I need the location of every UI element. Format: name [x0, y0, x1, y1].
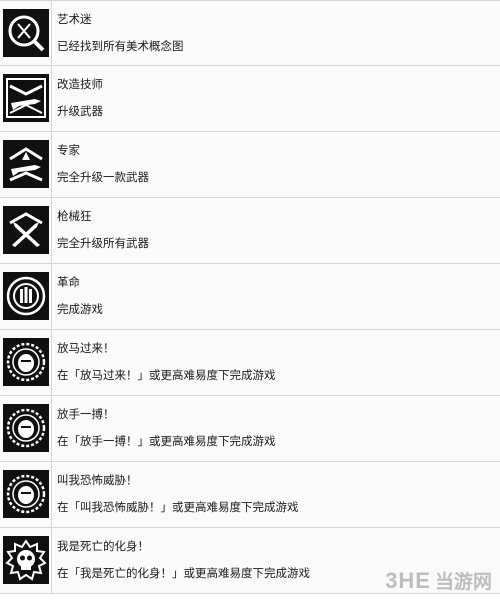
skull-emblem-icon: [3, 536, 49, 584]
achievement-title: 枪械狂: [57, 209, 92, 223]
achievement-row: 放马过来！ 在「放马过来！」或更高难易度下完成游戏: [0, 330, 500, 396]
face-emblem-icon: [3, 338, 49, 386]
chevron-rifle-icon: [3, 74, 49, 122]
achievement-list: 艺术迷 已经找到所有美术概念图 改造技师 升级武器 专家 完全升级一款武器 枪械…: [0, 0, 500, 594]
achievement-description: 在「放马过来！」或更高难易度下完成游戏: [57, 368, 276, 382]
achievement-row: 枪械狂 完全升级所有武器: [0, 198, 500, 264]
achievement-title: 革命: [57, 275, 80, 289]
achievement-description: 完成游戏: [57, 302, 103, 316]
achievement-title: 艺术迷: [57, 12, 92, 26]
achievement-title: 放马过来！: [57, 341, 115, 355]
achievement-description: 完全升级所有武器: [57, 236, 149, 250]
achievement-row: 专家 完全升级一款武器: [0, 132, 500, 198]
achievement-title: 叫我恐怖威胁！: [57, 473, 138, 487]
achievement-row: 革命 完成游戏: [0, 264, 500, 330]
magnifier-brush-icon: [3, 9, 49, 57]
achievement-row: 叫我恐怖威胁！ 在「叫我恐怖威胁！」或更高难易度下完成游戏: [0, 462, 500, 528]
achievement-row: 放手一搏！ 在「放手一搏！」或更高难易度下完成游戏: [0, 396, 500, 462]
achievement-row: 艺术迷 已经找到所有美术概念图: [0, 0, 500, 66]
fist-emblem-icon: [3, 272, 49, 320]
site-watermark: 3HE 当游网: [385, 567, 492, 594]
achievement-row: 改造技师 升级武器: [0, 66, 500, 132]
achievement-description: 在「我是死亡的化身！」或更高难易度下完成游戏: [57, 566, 310, 580]
face-emblem-icon: [3, 470, 49, 518]
achievement-title: 放手一搏！: [57, 407, 115, 421]
watermark-brand: 3HE: [385, 567, 431, 593]
achievement-description: 已经找到所有美术概念图: [57, 39, 184, 53]
achievement-description: 完全升级一款武器: [57, 170, 149, 184]
achievement-description: 在「叫我恐怖威胁！」或更高难易度下完成游戏: [57, 500, 299, 514]
achievement-title: 我是死亡的化身！: [57, 539, 149, 553]
face-emblem-icon: [3, 404, 49, 452]
achievement-title: 专家: [57, 143, 80, 157]
achievement-description: 升级武器: [57, 104, 103, 118]
achievement-description: 在「放手一搏！」或更高难易度下完成游戏: [57, 434, 276, 448]
rank-rifle-icon: [3, 140, 49, 188]
crossed-rifles-icon: [3, 206, 49, 254]
watermark-site: 当游网: [434, 571, 492, 593]
achievement-title: 改造技师: [57, 77, 103, 91]
